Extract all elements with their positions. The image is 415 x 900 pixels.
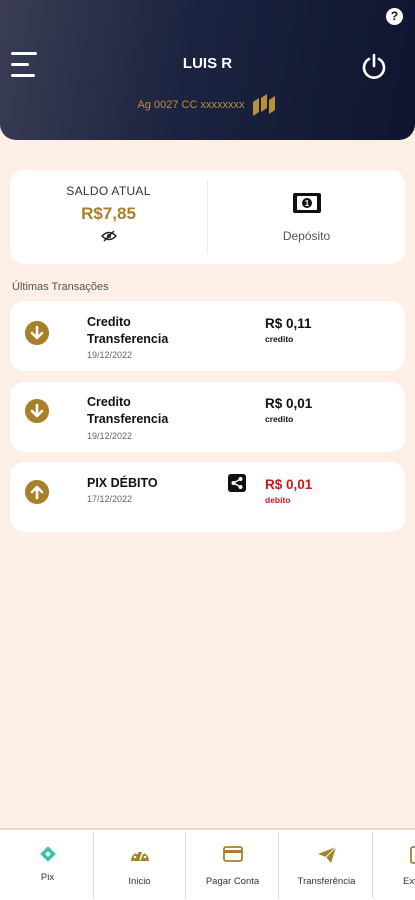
transaction-date: 17/12/2022	[87, 494, 133, 504]
transaction-item[interactable]: Credito Transferencia 19/12/2022 R$ 0,01…	[10, 382, 405, 452]
account-info: Ag 0027 CC xxxxxxxx	[0, 94, 415, 116]
credit-card-icon	[222, 846, 243, 862]
account-number: Ag 0027 CC xxxxxxxx	[137, 98, 245, 111]
balance-value: R$7,85	[81, 204, 136, 223]
nav-item-inicio[interactable]: Inicio	[94, 832, 186, 898]
balance-card: SALDO ATUAL R$7,85 1 Depósito	[10, 170, 405, 264]
svg-text:1: 1	[304, 199, 309, 208]
balance-label: SALDO ATUAL	[66, 184, 151, 198]
nav-item-extrato[interactable]: Ext	[374, 832, 415, 898]
app-header: ? LUIS R Ag 0027 CC xxxxxxxx	[0, 0, 415, 140]
extract-icon	[410, 846, 415, 864]
transaction-kind: credito	[265, 334, 294, 344]
transaction-amount: R$ 0,01	[265, 396, 313, 411]
balance-section: SALDO ATUAL R$7,85	[10, 170, 207, 264]
transaction-kind: debito	[265, 495, 291, 505]
arrow-down-circle-icon	[25, 321, 49, 345]
nav-item-pagar-conta[interactable]: Pagar Conta	[187, 832, 279, 898]
eye-slash-icon[interactable]	[100, 230, 117, 242]
arrow-up-circle-icon	[25, 480, 49, 504]
nav-label: Pagar Conta	[205, 876, 260, 887]
transaction-title: Credito Transferencia	[87, 395, 169, 426]
deposit-button[interactable]: 1 Depósito	[208, 170, 405, 264]
share-icon[interactable]	[228, 474, 246, 492]
transaction-kind: credito	[265, 414, 294, 424]
question-circle-icon[interactable]: ?	[386, 8, 403, 25]
banknote-icon: 1	[292, 193, 321, 213]
transaction-date: 19/12/2022	[87, 431, 133, 441]
transaction-date: 19/12/2022	[87, 350, 133, 360]
nav-label: Inicio	[128, 876, 151, 887]
transaction-title: PIX DÉBITO	[87, 476, 158, 490]
transactions-title: Últimas Transações	[12, 281, 109, 293]
power-icon[interactable]	[360, 52, 388, 80]
nav-label: Pix	[40, 872, 55, 883]
pix-icon	[39, 846, 56, 862]
paper-plane-icon	[317, 846, 336, 863]
transaction-amount: R$ 0,01	[265, 477, 313, 492]
deposit-label: Depósito	[282, 229, 331, 243]
speedometer-icon	[130, 851, 149, 861]
nav-label: Transferência	[297, 876, 356, 887]
arrow-down-circle-icon	[25, 399, 49, 423]
transaction-title: Credito Transferencia	[87, 315, 169, 346]
transaction-item[interactable]: PIX DÉBITO 17/12/2022 R$ 0,01 debito	[10, 462, 405, 532]
nav-item-transferencia[interactable]: Transferência	[281, 832, 373, 898]
nav-item-pix[interactable]: Pix	[2, 832, 94, 898]
user-name: LUIS R	[182, 55, 233, 72]
nav-label: Ext	[403, 876, 415, 887]
bottom-navigation: Pix Inicio Pagar Conta Transferência Ext	[0, 828, 415, 900]
transaction-amount: R$ 0,11	[265, 316, 312, 331]
bank-logo-icon	[252, 94, 275, 116]
transaction-item[interactable]: Credito Transferencia 19/12/2022 R$ 0,11…	[10, 301, 405, 371]
